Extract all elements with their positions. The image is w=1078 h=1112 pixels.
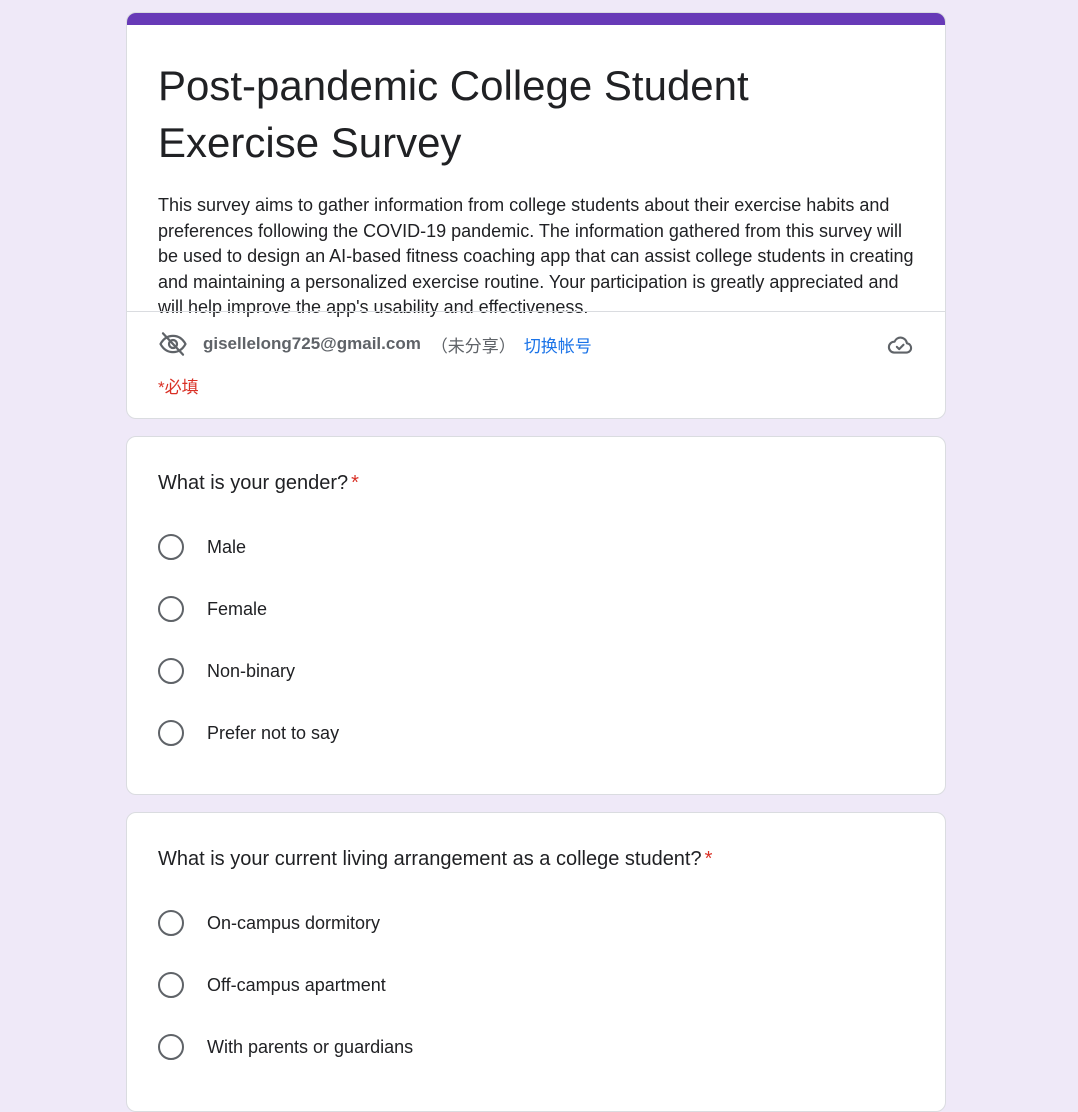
question-card-gender: What is your gender? * Male Female Non-bi…	[126, 436, 946, 795]
required-asterisk: *	[704, 848, 713, 870]
radio-button[interactable]	[158, 972, 184, 998]
radio-group-living: On-campus dormitory Off-campus apartment…	[158, 892, 914, 1078]
radio-option[interactable]: On-campus dormitory	[158, 892, 914, 954]
share-status: （未分享）	[430, 336, 516, 356]
radio-option[interactable]: Off-campus apartment	[158, 954, 914, 1016]
radio-button[interactable]	[158, 534, 184, 560]
radio-option[interactable]: Prefer not to say	[158, 702, 914, 764]
option-label: Non-binary	[207, 660, 296, 681]
question-text: What is your gender?	[158, 472, 349, 494]
account-row: gisellelong725@gmail.com （未分享） 切换帐号	[158, 329, 914, 359]
option-label: Female	[207, 598, 268, 619]
header-divider	[127, 311, 945, 312]
radio-button[interactable]	[158, 910, 184, 936]
accent-bar	[127, 13, 945, 25]
question-title: What is your current living arrangement …	[158, 813, 914, 892]
radio-button[interactable]	[158, 720, 184, 746]
radio-option[interactable]: With parents or guardians	[158, 1016, 914, 1078]
cloud-check-icon	[886, 331, 914, 359]
required-note: *必填	[158, 378, 199, 397]
option-label: On-campus dormitory	[207, 912, 381, 933]
eye-off-icon	[158, 329, 188, 359]
radio-option[interactable]: Non-binary	[158, 640, 914, 702]
option-label: Off-campus apartment	[207, 974, 386, 995]
option-label: Male	[207, 536, 247, 557]
radio-button[interactable]	[158, 1034, 184, 1060]
radio-group-gender: Male Female Non-binary Prefer not to say	[158, 516, 914, 764]
radio-button[interactable]	[158, 596, 184, 622]
question-card-living: What is your current living arrangement …	[126, 812, 946, 1112]
required-asterisk: *	[351, 472, 359, 494]
form-header-card: Post-pandemic College Student Exercise S…	[126, 12, 946, 419]
account-email: gisellelong725@gmail.com	[203, 334, 421, 353]
radio-option[interactable]: Female	[158, 578, 914, 640]
radio-button[interactable]	[158, 658, 184, 684]
question-title: What is your gender? *	[158, 437, 914, 516]
form-title: Post-pandemic College Student Exercise S…	[158, 62, 749, 166]
radio-option[interactable]: Male	[158, 516, 914, 578]
form-description: This survey aims to gather information f…	[158, 195, 914, 317]
switch-account-link[interactable]: 切换帐号	[524, 332, 592, 357]
form-container: Post-pandemic College Student Exercise S…	[126, 12, 946, 1112]
question-text: What is your current living arrangement …	[158, 848, 702, 870]
option-label: With parents or guardians	[207, 1036, 414, 1057]
option-label: Prefer not to say	[207, 722, 340, 743]
